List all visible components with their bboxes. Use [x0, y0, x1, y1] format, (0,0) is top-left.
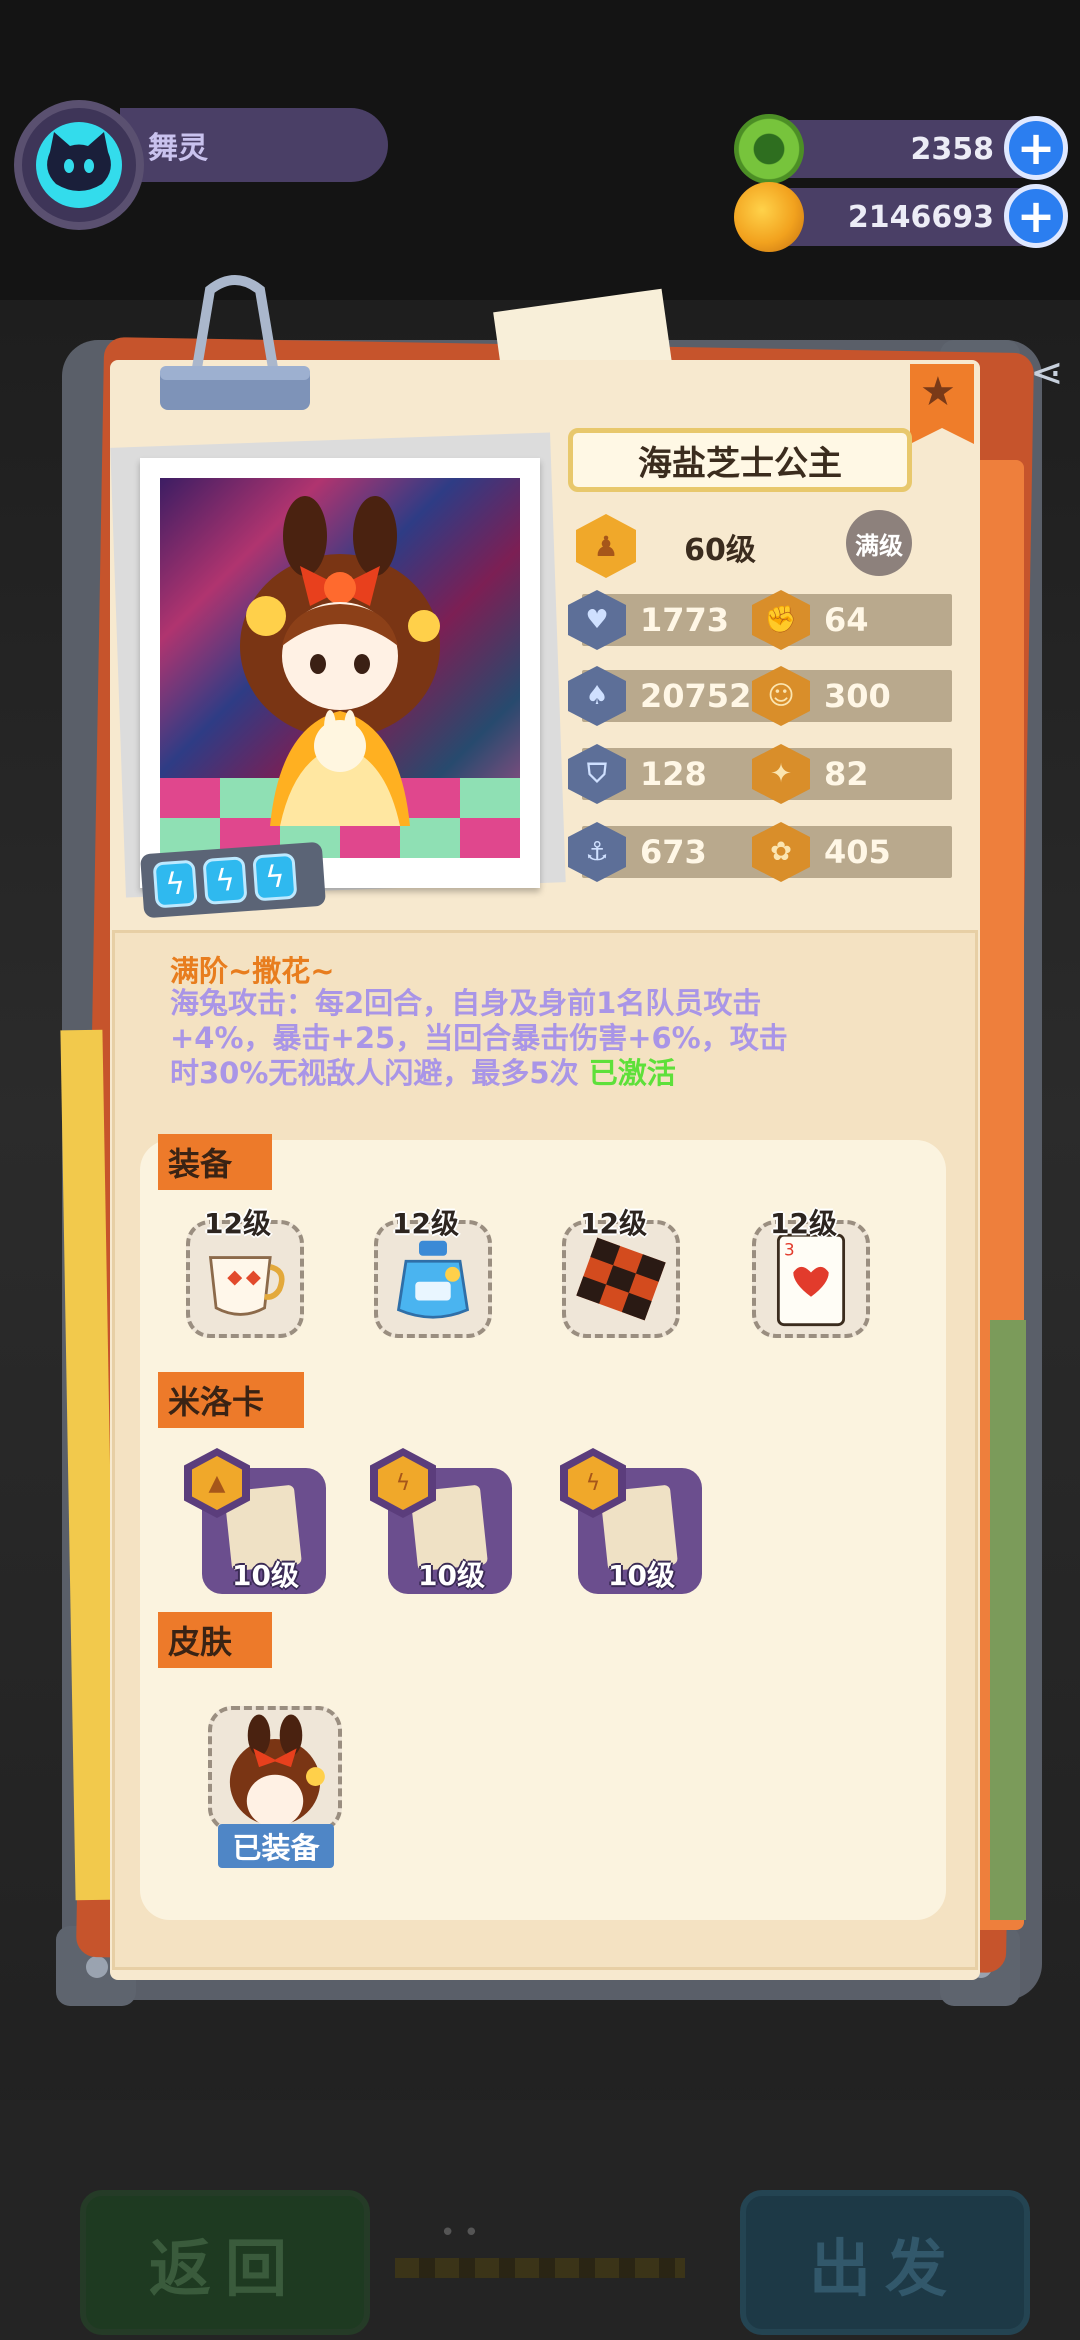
- skill-status: 已激活: [588, 1056, 676, 1090]
- card-edge: [990, 1320, 1026, 1920]
- equipped-badge: 已装备: [218, 1824, 334, 1868]
- character-photo: [140, 458, 540, 888]
- player-name: 舞灵: [120, 108, 388, 182]
- coin-value: 2146693: [847, 199, 994, 235]
- lightning-icon: ϟ: [252, 852, 298, 902]
- miloka-card-3[interactable]: ϟ 10级: [560, 1448, 702, 1594]
- game-screen: 返回 出发 • • 舞灵 2358 + 2146693 + ⋖ ★ ϟ ϟ ϟ …: [0, 0, 1080, 2340]
- princess-skin-icon: [229, 1714, 325, 1828]
- stat-value: 673: [640, 833, 707, 871]
- player-avatar[interactable]: [14, 100, 144, 230]
- lightning-icon: ϟ: [202, 856, 248, 905]
- stat-attack: ♠ 20752: [568, 666, 778, 726]
- progress-rail: [395, 2258, 685, 2278]
- miloka-level: 10级: [418, 1559, 485, 1592]
- stat-hp: ♥ 1773: [568, 590, 778, 650]
- binder-clip-icon: [160, 275, 310, 410]
- stat-anchor: ⚓ 673: [568, 822, 778, 882]
- lightning-icon: ϟ: [152, 859, 198, 909]
- stat-defense: ⛉ 128: [568, 744, 778, 804]
- add-coin-button[interactable]: +: [1004, 184, 1068, 248]
- max-level-button[interactable]: 满级: [846, 510, 912, 576]
- equipment-slot-card[interactable]: 12级 3: [752, 1207, 870, 1338]
- character-name: 海盐芝士公主: [568, 428, 912, 492]
- stat-strength: ✦ 82: [752, 744, 952, 804]
- skin-slot[interactable]: [208, 1706, 342, 1832]
- stat-value: 82: [824, 755, 869, 793]
- equipment-level: 12级: [770, 1207, 837, 1240]
- equipment-slot-teacup[interactable]: 12级: [186, 1207, 304, 1338]
- gem-value: 2358: [910, 131, 995, 167]
- character-level: 60级: [684, 533, 756, 568]
- stat-power: ✊ 64: [752, 590, 952, 650]
- miloka-level: 10级: [608, 1559, 675, 1592]
- stat-value: 300: [824, 677, 891, 715]
- stat-value: 20752: [640, 677, 752, 715]
- equipment-level: 12级: [580, 1207, 647, 1240]
- cat-icon: [36, 122, 122, 208]
- stat-value: 1773: [640, 601, 730, 639]
- planet-coin-icon: [734, 182, 804, 252]
- page-dots: • •: [440, 2218, 479, 2248]
- charge-badges: ϟ ϟ ϟ: [139, 841, 327, 919]
- miloka-card-2[interactable]: ϟ 10级: [370, 1448, 512, 1594]
- green-gem-icon: [734, 114, 804, 184]
- gem-counter: 2358 +: [734, 114, 1068, 184]
- princess-character-icon: [240, 496, 440, 826]
- back-button[interactable]: 返回: [80, 2190, 370, 2335]
- equipment-level: 12级: [204, 1207, 271, 1240]
- stat-value: 128: [640, 755, 707, 793]
- equipment-level: 12级: [392, 1207, 459, 1240]
- equipment-slot-potion[interactable]: 12级: [374, 1207, 492, 1338]
- section-skin: 皮肤: [158, 1612, 273, 1668]
- skill-title: 满阶~撒花~: [170, 954, 335, 988]
- share-icon[interactable]: ⋖: [1030, 350, 1080, 410]
- miloka-card-1[interactable]: ▲ 10级: [184, 1448, 326, 1594]
- miloka-level: 10级: [232, 1559, 299, 1592]
- section-miloka: 米洛卡: [158, 1372, 305, 1428]
- depart-button[interactable]: 出发: [740, 2190, 1030, 2335]
- star-icon: ★: [920, 369, 956, 415]
- skill-description: 海兔攻击：每2回合，自身及身前1名队员攻击+4%，暴击+25，当回合暴击伤害+6…: [170, 986, 810, 1091]
- svg-text:3: 3: [784, 1240, 795, 1260]
- stat-charm: ☺ 300: [752, 666, 952, 726]
- stat-value: 64: [824, 601, 869, 639]
- stat-value: 405: [824, 833, 891, 871]
- character-portrait: [160, 478, 520, 858]
- skill-text: 海兔攻击：每2回合，自身及身前1名队员攻击+4%，暴击+25，当回合暴击伤害+6…: [170, 986, 788, 1090]
- coin-counter: 2146693 +: [734, 182, 1068, 252]
- equipment-slot-board[interactable]: 12级: [562, 1207, 680, 1338]
- stat-intellect: ✿ 405: [752, 822, 952, 882]
- add-gem-button[interactable]: +: [1004, 116, 1068, 180]
- section-equipment: 装备: [158, 1134, 273, 1190]
